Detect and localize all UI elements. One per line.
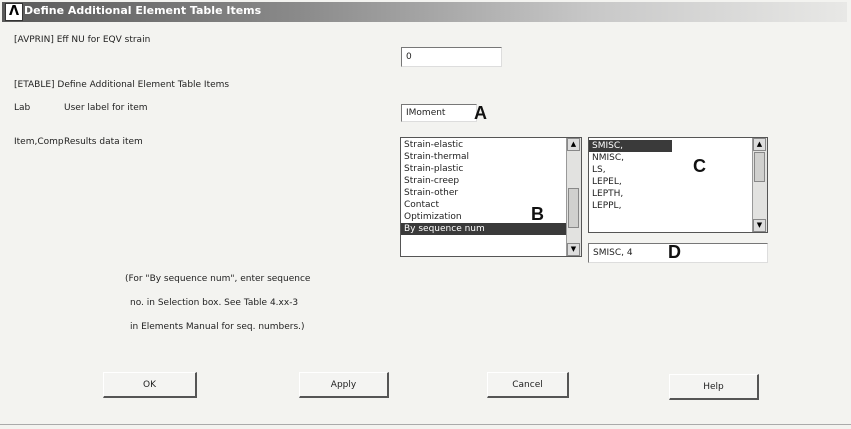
component-scrollbar[interactable]: ▲ ▼ [752,138,767,232]
ok-button[interactable]: OK [103,372,197,398]
list-item[interactable]: Optimization [401,211,581,223]
help-button[interactable]: Help [669,374,759,400]
window-title: Define Additional Element Table Items [24,4,262,17]
avprin-input[interactable]: 0 [401,47,502,67]
list-item[interactable]: Strain-other [401,187,581,199]
scroll-thumb[interactable] [568,188,579,228]
scroll-up-arrow-icon[interactable]: ▲ [753,138,766,151]
ansys-logo-icon: Λ [5,3,23,21]
marker-a: A [474,103,487,123]
scroll-down-arrow-icon[interactable]: ▼ [753,219,766,232]
etable-heading: [ETABLE] Define Additional Element Table… [14,80,230,90]
item-comp-label: Item,Comp [14,137,64,147]
scroll-down-arrow-icon[interactable]: ▼ [567,243,580,256]
lab-description: User label for item [64,103,148,113]
list-item[interactable]: Strain-thermal [401,151,581,163]
lab-label: Lab [14,103,31,113]
marker-b: B [531,204,544,224]
scroll-thumb[interactable] [754,152,765,182]
list-item[interactable]: Strain-elastic [401,139,581,151]
results-item-scrollbar[interactable]: ▲ ▼ [566,138,581,256]
list-item-selected[interactable]: SMISC, [589,140,672,152]
marker-c: C [693,156,706,176]
marker-d: D [668,242,681,262]
scroll-up-arrow-icon[interactable]: ▲ [567,138,580,151]
list-item[interactable]: LS, [589,164,767,176]
list-item[interactable]: LEPEL, [589,176,767,188]
list-item[interactable]: Strain-plastic [401,163,581,175]
list-item[interactable]: LEPPL, [589,200,767,212]
list-item[interactable]: Strain-creep [401,175,581,187]
cancel-button[interactable]: Cancel [487,372,569,398]
sequence-note-line3: in Elements Manual for seq. numbers.) [130,322,305,332]
item-comp-description: Results data item [64,137,143,147]
avprin-label: [AVPRIN] Eff NU for EQV strain [14,35,151,45]
define-element-table-dialog: Λ Define Additional Element Table Items … [0,0,851,429]
list-item[interactable]: LEPTH, [589,188,767,200]
bottom-divider [0,424,851,425]
list-item[interactable]: NMISC, [589,152,767,164]
title-bar[interactable]: Λ Define Additional Element Table Items [2,2,847,22]
list-item-selected[interactable]: By sequence num [401,223,581,235]
sequence-note-line2: no. in Selection box. See Table 4.xx-3 [130,298,299,308]
list-item[interactable]: Contact [401,199,581,211]
lab-input[interactable]: IMoment [401,104,477,122]
component-listbox[interactable]: SMISC, NMISC, LS, LEPEL, LEPTH, LEPPL, ▲… [588,137,768,233]
sequence-note-line1: (For "By sequence num", enter sequence [125,274,311,284]
apply-button[interactable]: Apply [299,372,389,398]
results-item-listbox[interactable]: Strain-elastic Strain-thermal Strain-pla… [400,137,582,257]
